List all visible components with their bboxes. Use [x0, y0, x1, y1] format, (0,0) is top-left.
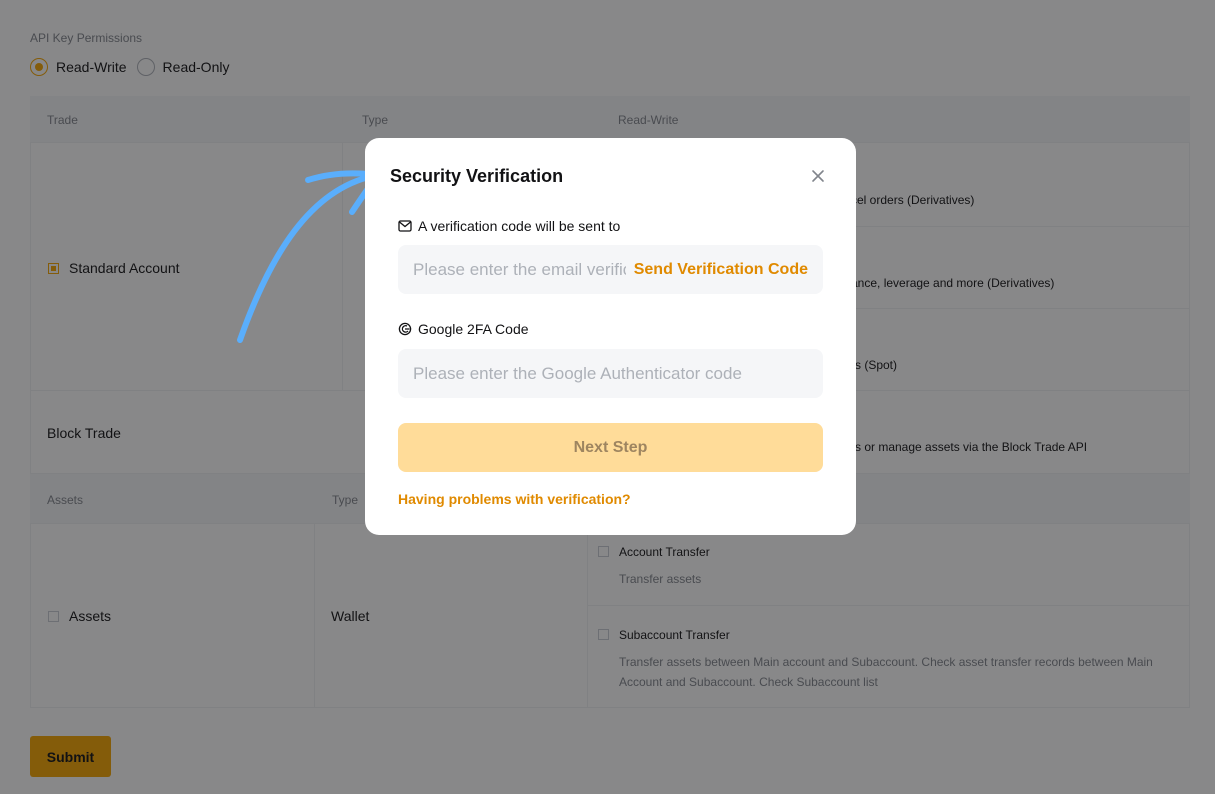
- mail-icon: [398, 220, 412, 232]
- close-icon[interactable]: [808, 166, 828, 186]
- google-icon: [398, 322, 412, 336]
- google-2fa-input[interactable]: [413, 363, 808, 384]
- twofa-label: Google 2FA Code: [398, 321, 529, 337]
- dialog-title: Security Verification: [390, 166, 564, 186]
- security-verification-dialog: Security Verification A verification cod…: [365, 138, 856, 535]
- send-verification-code-button[interactable]: Send Verification Code: [634, 261, 808, 279]
- email-code-label: A verification code will be sent to: [398, 218, 620, 234]
- next-step-button[interactable]: Next Step: [398, 423, 823, 472]
- email-code-input[interactable]: [413, 259, 626, 280]
- twofa-field: [398, 349, 823, 398]
- twofa-label-text: Google 2FA Code: [418, 321, 529, 337]
- email-code-label-text: A verification code will be sent to: [418, 218, 621, 234]
- email-code-field: Send Verification Code: [398, 245, 823, 294]
- verification-help-link[interactable]: Having problems with verification?: [398, 491, 631, 507]
